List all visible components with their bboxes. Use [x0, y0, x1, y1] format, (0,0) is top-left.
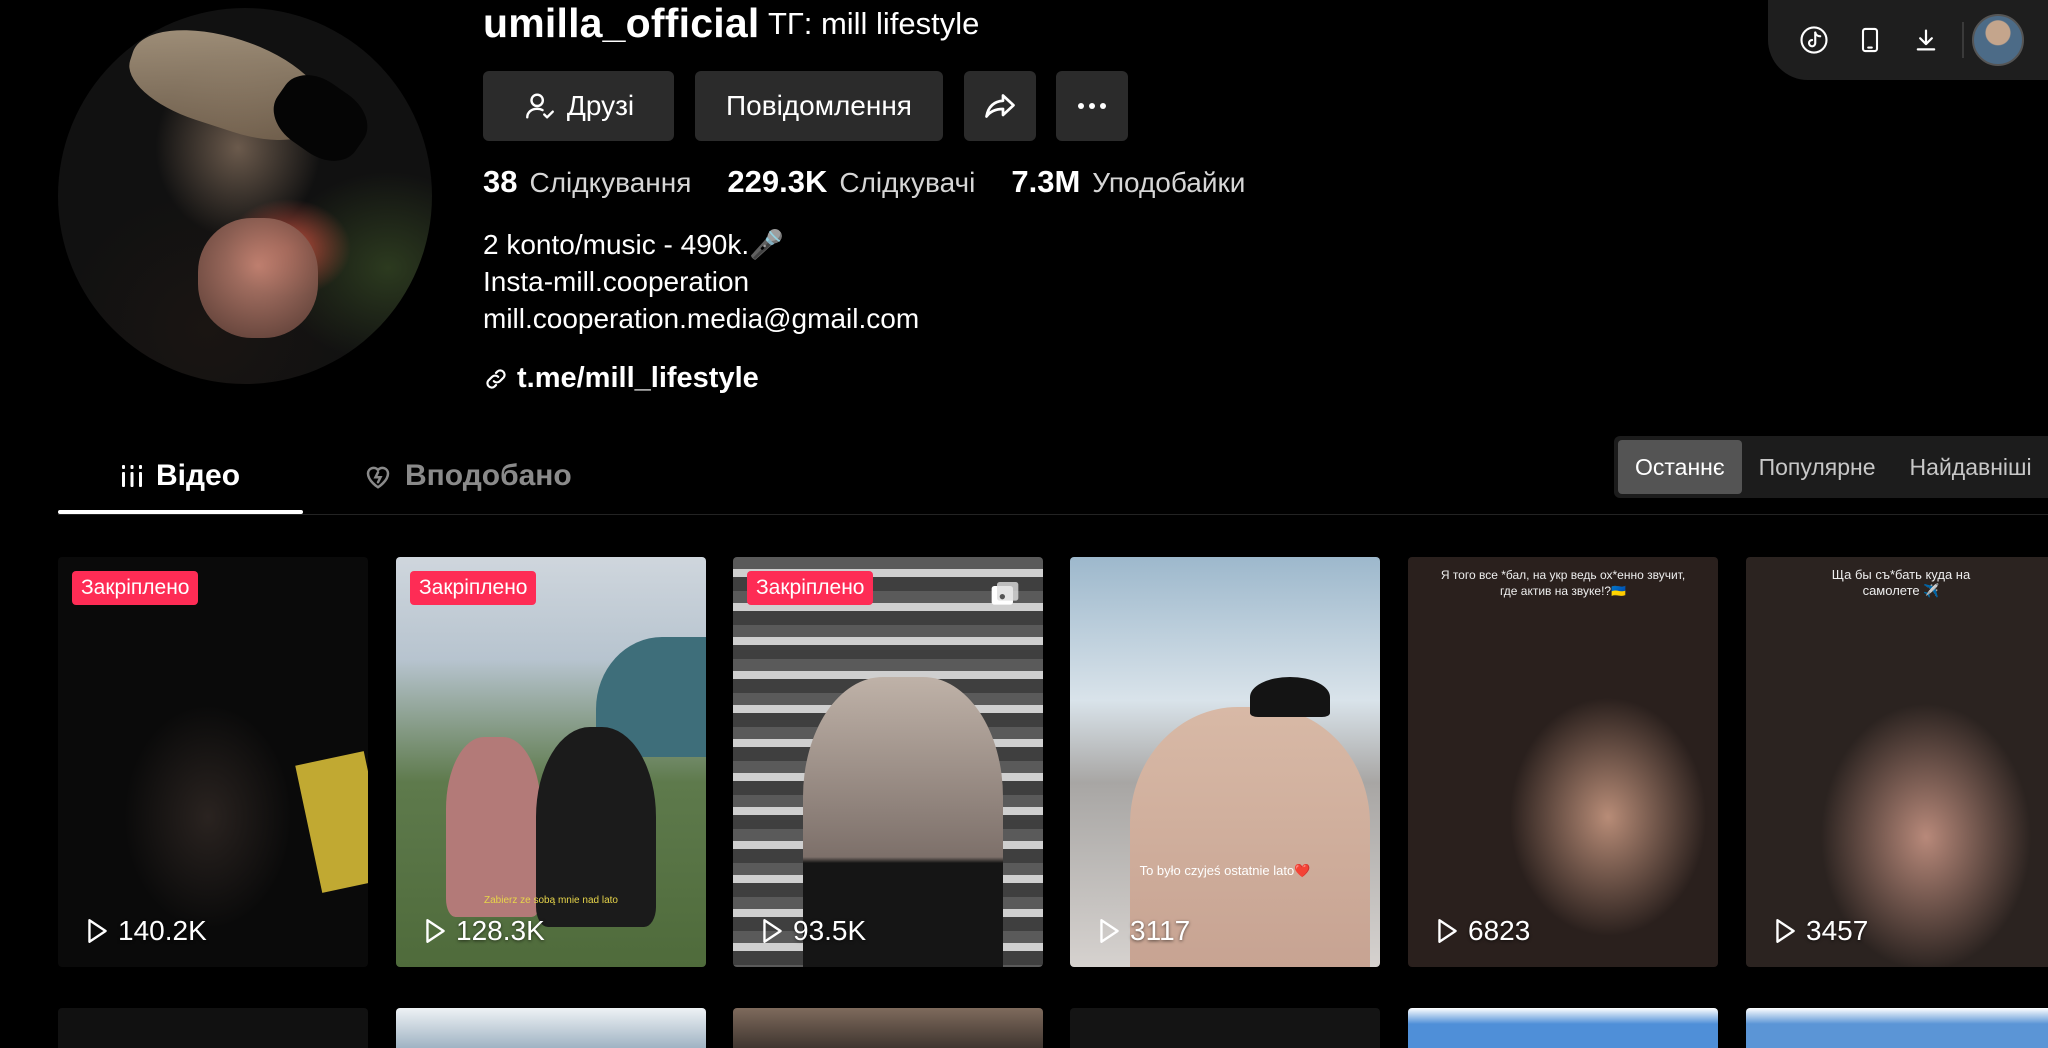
video-card[interactable]: Закріплено 140.2K	[58, 557, 368, 967]
video-caption: To było czyjeś ostatnie lato❤️	[1139, 863, 1311, 878]
grid-icon	[120, 463, 144, 489]
video-card[interactable]	[1746, 1008, 2048, 1048]
stat-followers-value: 229.3K	[727, 164, 828, 199]
video-thumbnail-detail	[446, 737, 541, 917]
video-caption: Zabierz ze sobą mnie nad lato	[484, 895, 618, 906]
phone-icon[interactable]	[1842, 12, 1898, 68]
profile-nickname: ТГ: mill lifestyle	[768, 6, 980, 41]
view-count: 93.5K	[759, 915, 866, 947]
video-card[interactable]	[1408, 1008, 1718, 1048]
stat-likes-label: Уподобайки	[1092, 167, 1246, 198]
video-card[interactable]: To było czyjeś ostatnie lato❤️ 3117	[1070, 557, 1380, 967]
sort-option-popular[interactable]: Популярне	[1742, 440, 1893, 494]
video-card[interactable]: Я того все *бал, на укр ведь ох*енно зву…	[1408, 557, 1718, 967]
photo-icon	[989, 579, 1021, 609]
sort-option-oldest[interactable]: Найдавніші	[1893, 440, 2048, 494]
top-toolbar	[1768, 0, 2048, 80]
view-count-value: 3457	[1806, 915, 1869, 946]
stat-following-value: 38	[483, 164, 518, 199]
sort-selector: Останнє Популярне Найдавніші	[1614, 436, 2048, 498]
play-icon	[1438, 919, 1457, 943]
video-card[interactable]	[396, 1008, 706, 1048]
stat-followers[interactable]: 229.3K Слідкувачі	[727, 164, 975, 200]
play-icon	[763, 919, 782, 943]
stat-following-label: Слідкування	[529, 167, 692, 198]
bio-line: mill.cooperation.media@gmail.com	[483, 303, 920, 334]
view-count: 3117	[1096, 915, 1190, 947]
more-options-button[interactable]	[1056, 71, 1128, 141]
view-count-value: 93.5K	[793, 915, 867, 946]
view-count: 3457	[1772, 915, 1868, 947]
pinned-badge: Закріплено	[747, 571, 874, 605]
more-dots-icon	[1077, 102, 1107, 110]
view-count-value: 3117	[1130, 915, 1191, 946]
view-count-value: 6823	[1468, 915, 1531, 946]
user-avatar[interactable]	[1972, 14, 2024, 66]
share-button[interactable]	[964, 71, 1036, 141]
profile-link[interactable]: t.me/mill_lifestyle	[483, 362, 759, 395]
view-count: 128.3K	[422, 915, 545, 947]
toolbar-divider	[1962, 22, 1964, 58]
stat-likes-value: 7.3M	[1011, 164, 1081, 199]
video-card[interactable]: Ща бы съ*бать куда на самолете ✈️ 3457	[1746, 557, 2048, 967]
pinned-badge: Закріплено	[410, 571, 537, 605]
video-card[interactable]	[58, 1008, 368, 1048]
profile-bio: 2 konto/music - 490k.🎤 Insta-mill.cooper…	[483, 226, 919, 337]
profile-link-text: t.me/mill_lifestyle	[517, 362, 759, 394]
video-card[interactable]: Закріплено 93.5K	[733, 557, 1043, 967]
video-caption: Ща бы съ*бать куда на самолете ✈️	[1831, 567, 1971, 598]
tiktok-icon[interactable]	[1786, 12, 1842, 68]
view-count-value: 128.3K	[456, 915, 545, 946]
active-tab-indicator	[58, 510, 303, 514]
video-card[interactable]	[1070, 1008, 1380, 1048]
bio-line: Insta-mill.cooperation	[483, 266, 750, 297]
user-check-icon	[523, 89, 557, 123]
view-count-value: 140.2K	[118, 915, 207, 946]
avatar-hand	[198, 218, 318, 338]
tab-liked-label: Вподобано	[405, 459, 572, 492]
friends-button-label: Друзі	[566, 90, 635, 121]
stat-likes: 7.3M Уподобайки	[1011, 164, 1245, 200]
play-icon	[426, 919, 445, 943]
play-icon	[1100, 919, 1119, 943]
play-icon	[1776, 919, 1795, 943]
download-icon[interactable]	[1898, 12, 1954, 68]
video-card[interactable]: Zabierz ze sobą mnie nad lato Закріплено…	[396, 557, 706, 967]
tab-liked[interactable]: Вподобано	[363, 440, 572, 512]
message-button-label: Повідомлення	[726, 90, 912, 121]
view-count: 140.2K	[84, 915, 207, 947]
profile-username: umilla_official	[483, 0, 760, 46]
link-icon	[483, 366, 509, 392]
pinned-badge: Закріплено	[72, 571, 199, 605]
video-thumbnail-detail	[295, 751, 368, 893]
profile-avatar[interactable]	[58, 8, 432, 384]
play-icon	[88, 919, 107, 943]
heart-icon	[363, 462, 393, 490]
video-thumbnail-detail	[1250, 677, 1330, 717]
video-caption: Я того все *бал, на укр ведь ох*енно зву…	[1440, 568, 1686, 598]
view-count: 6823	[1434, 915, 1530, 947]
share-icon	[982, 88, 1018, 124]
profile-stats: 38 Слідкування 229.3K Слідкувачі 7.3M Уп…	[483, 164, 1245, 200]
tab-videos-label: Відео	[156, 459, 241, 492]
stat-following[interactable]: 38 Слідкування	[483, 164, 691, 200]
video-card[interactable]	[733, 1008, 1043, 1048]
tab-videos[interactable]: Відео	[120, 440, 240, 512]
sort-option-latest[interactable]: Останнє	[1618, 440, 1742, 494]
bio-line: 2 konto/music - 490k.🎤	[483, 229, 784, 260]
stat-followers-label: Слідкувачі	[839, 167, 976, 198]
friends-button[interactable]: Друзі	[483, 71, 674, 141]
message-button[interactable]: Повідомлення	[695, 71, 943, 141]
